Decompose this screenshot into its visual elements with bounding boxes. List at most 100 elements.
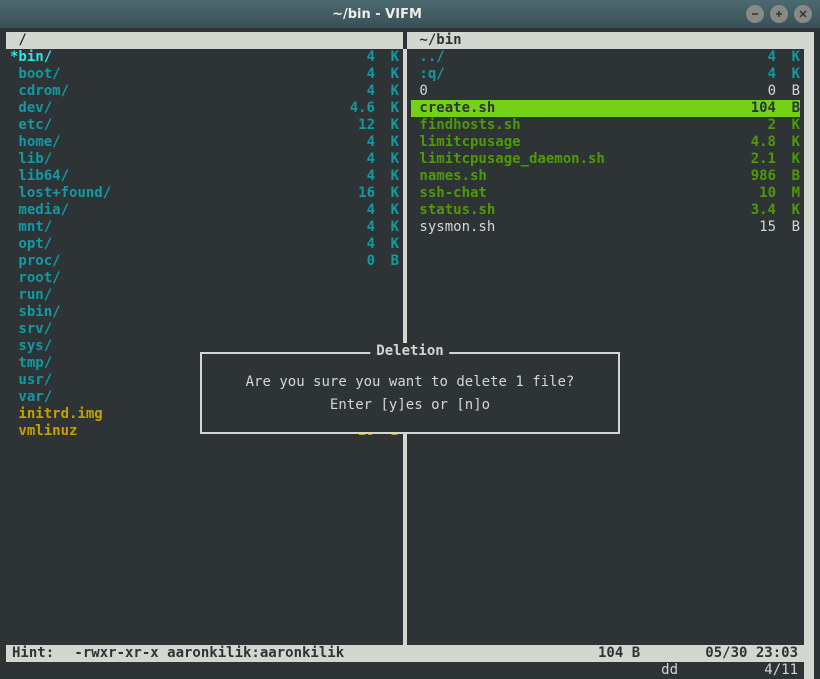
file-size: [335, 287, 375, 304]
file-row[interactable]: sbin/: [10, 304, 399, 321]
file-row[interactable]: :q/4K: [411, 66, 800, 83]
command-bar: dd 4/11: [6, 662, 804, 679]
file-row[interactable]: 00B: [411, 83, 800, 100]
file-row[interactable]: status.sh3.4K: [411, 202, 800, 219]
file-name: run/: [10, 287, 335, 304]
file-size: 3.4: [736, 202, 776, 219]
file-name: names.sh: [411, 168, 736, 185]
file-size: [335, 270, 375, 287]
file-name: lib64/: [10, 168, 335, 185]
file-unit: K: [375, 83, 399, 100]
file-unit: B: [776, 168, 800, 185]
file-name: boot/: [10, 66, 335, 83]
file-size: 986: [736, 168, 776, 185]
file-unit: K: [375, 168, 399, 185]
left-pane[interactable]: *bin/4K boot/4K cdrom/4K dev/4.6K etc/12…: [6, 49, 403, 645]
file-row[interactable]: root/: [10, 270, 399, 287]
file-unit: [375, 287, 399, 304]
file-row[interactable]: limitcpusage_daemon.sh2.1K: [411, 151, 800, 168]
window-title: ~/bin - VIFM: [8, 7, 746, 22]
file-unit: B: [776, 83, 800, 100]
file-row[interactable]: sysmon.sh15B: [411, 219, 800, 236]
minimize-button[interactable]: [746, 5, 764, 23]
file-unit: [375, 270, 399, 287]
file-row[interactable]: lib/4K: [10, 151, 399, 168]
file-name: ../: [411, 49, 736, 66]
file-row[interactable]: mnt/4K: [10, 219, 399, 236]
file-row[interactable]: boot/4K: [10, 66, 399, 83]
file-size: 4: [736, 66, 776, 83]
file-name: limitcpusage: [411, 134, 736, 151]
file-row[interactable]: etc/12K: [10, 117, 399, 134]
file-size: 2.1: [736, 151, 776, 168]
file-size: 4: [736, 49, 776, 66]
file-unit: K: [776, 134, 800, 151]
file-size: 2: [736, 117, 776, 134]
file-unit: K: [776, 49, 800, 66]
file-unit: B: [776, 219, 800, 236]
file-size: 4: [335, 66, 375, 83]
file-row[interactable]: limitcpusage4.8K: [411, 134, 800, 151]
file-name: etc/: [10, 117, 335, 134]
file-row[interactable]: media/4K: [10, 202, 399, 219]
status-command: dd: [661, 662, 678, 679]
file-row[interactable]: findhosts.sh2K: [411, 117, 800, 134]
file-size: 4: [335, 236, 375, 253]
file-row[interactable]: proc/0B: [10, 253, 399, 270]
file-name: lost+found/: [10, 185, 335, 202]
file-name: create.sh: [411, 100, 736, 117]
file-name: 0: [411, 83, 736, 100]
file-unit: K: [776, 202, 800, 219]
file-row[interactable]: run/: [10, 287, 399, 304]
status-date: 05/30 23:03: [698, 645, 798, 662]
file-unit: B: [375, 253, 399, 270]
file-name: sysmon.sh: [411, 219, 736, 236]
file-row[interactable]: *bin/4K: [10, 49, 399, 66]
file-unit: K: [375, 117, 399, 134]
file-row[interactable]: ssh-chat10M: [411, 185, 800, 202]
close-button[interactable]: [794, 5, 812, 23]
file-unit: K: [375, 66, 399, 83]
file-size: 4: [335, 202, 375, 219]
file-row[interactable]: dev/4.6K: [10, 100, 399, 117]
file-name: ssh-chat: [411, 185, 736, 202]
file-row[interactable]: lost+found/16K: [10, 185, 399, 202]
dialog-message: Are you sure you want to delete 1 file?: [206, 374, 614, 391]
file-size: 4: [335, 134, 375, 151]
file-name: :q/: [411, 66, 736, 83]
scrollbar-gutter[interactable]: [804, 32, 814, 679]
window-titlebar: ~/bin - VIFM: [0, 0, 820, 28]
file-row[interactable]: home/4K: [10, 134, 399, 151]
right-pane[interactable]: ../4K :q/4K 00B create.sh104B findhosts.…: [407, 49, 804, 645]
maximize-button[interactable]: [770, 5, 788, 23]
file-name: home/: [10, 134, 335, 151]
file-name: limitcpusage_daemon.sh: [411, 151, 736, 168]
file-row[interactable]: opt/4K: [10, 236, 399, 253]
status-position: 4/11: [738, 662, 798, 679]
file-size: 12: [335, 117, 375, 134]
file-unit: K: [375, 49, 399, 66]
deletion-dialog[interactable]: Deletion Are you sure you want to delete…: [200, 352, 620, 434]
file-size: 4: [335, 219, 375, 236]
file-row[interactable]: cdrom/4K: [10, 83, 399, 100]
file-unit: K: [375, 100, 399, 117]
file-row[interactable]: create.sh104B: [411, 100, 800, 117]
file-size: 10: [736, 185, 776, 202]
file-name: media/: [10, 202, 335, 219]
file-name: dev/: [10, 100, 335, 117]
status-bar: Hint: -rwxr-xr-x aaronkilik:aaronkilik 1…: [6, 645, 804, 662]
status-size: 104 B: [598, 645, 698, 662]
dialog-title: Deletion: [370, 343, 449, 360]
file-row[interactable]: lib64/4K: [10, 168, 399, 185]
file-row[interactable]: names.sh986B: [411, 168, 800, 185]
file-row[interactable]: srv/: [10, 321, 399, 338]
file-size: 15: [736, 219, 776, 236]
file-size: [335, 304, 375, 321]
file-size: 4: [335, 49, 375, 66]
file-row[interactable]: ../4K: [411, 49, 800, 66]
file-unit: B: [776, 100, 800, 117]
file-unit: K: [776, 66, 800, 83]
file-unit: K: [375, 202, 399, 219]
file-name: lib/: [10, 151, 335, 168]
left-pane-path: /: [6, 32, 403, 49]
